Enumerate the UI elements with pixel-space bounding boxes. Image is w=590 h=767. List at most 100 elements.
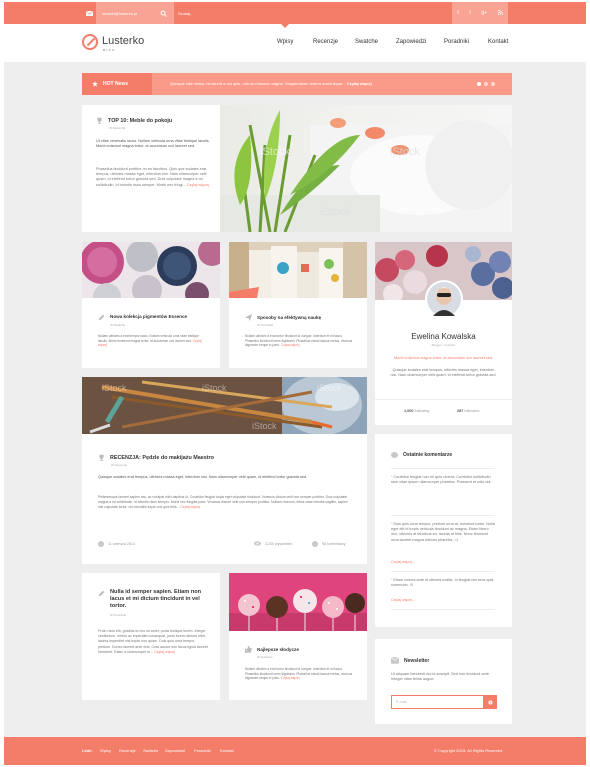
pencil-icon — [98, 590, 105, 597]
watermark-1: iStock — [260, 146, 290, 158]
watermark-2: iStock — [390, 146, 420, 158]
slider-dot-2[interactable] — [484, 82, 488, 86]
featured-post-card: TOP 10: Meble do pokoju W Recenzje Ut vi… — [82, 105, 512, 232]
featured-post-title[interactable]: TOP 10: Meble do pokoju — [108, 118, 172, 124]
tulips-illustration: iStock iStock iStock — [220, 110, 512, 232]
footer-link-wpisy[interactable]: Wpisy — [100, 748, 111, 753]
profile-following-count: 1,000 — [404, 409, 414, 413]
review-lead: Quisque sodales erat tempus, ultricies m… — [98, 475, 308, 479]
slider-dot-1[interactable] — [477, 82, 481, 86]
comment-more-link-3[interactable]: Czytaj więcej... — [391, 598, 415, 602]
arrow-icon — [488, 700, 492, 704]
search-input[interactable]: Szukaj... — [174, 2, 284, 24]
review-title[interactable]: RECENZJA: Pędzle do makijażu Maestro — [110, 455, 214, 461]
profile-role: Blogger, Youtuber — [431, 343, 456, 347]
logo-icon[interactable] — [82, 34, 98, 50]
profile-following[interactable]: 1,000 following — [404, 409, 429, 413]
study-category[interactable]: W Poradniki — [257, 323, 273, 327]
books-illustration — [229, 242, 367, 298]
nav-recenzje[interactable]: Recenzje — [313, 39, 338, 45]
nulla-post-card: Nulla id semper sapien. Etiam non lacus … — [82, 573, 220, 700]
review-excerpt: Pellentesque laoreet sapien nisi, ac vol… — [98, 495, 348, 509]
sweets-image[interactable] — [229, 573, 367, 631]
footer-link-kontakt[interactable]: Kontakt — [220, 748, 234, 753]
footer: Linki: Wpisy Recenzje Swatche Zapowiedzi… — [4, 737, 586, 765]
review-more-link[interactable]: Czytaj więcej — [180, 505, 200, 509]
logo-title[interactable]: Lusterko — [102, 35, 144, 47]
trophy-icon — [97, 117, 102, 124]
featured-post-image[interactable]: iStock iStock iStock — [220, 105, 512, 232]
comment-icon — [391, 452, 398, 458]
footer-copyright: © Copyright 2015. All Rights Reserved — [434, 748, 503, 753]
profile-followers[interactable]: 287 followers — [457, 409, 479, 413]
review-comments-text: 98 komentarzy — [322, 542, 346, 546]
sweets-category[interactable]: W Jedzenie — [257, 655, 273, 659]
pigments-image[interactable] — [82, 242, 220, 298]
comment-item-1: “ Curabitur feugiat non mi quis viverra.… — [391, 475, 495, 485]
search-icon[interactable] — [156, 2, 170, 24]
profile-divider — [375, 399, 512, 400]
google-plus-icon[interactable]: g+ — [481, 10, 487, 16]
comments-divider-1 — [391, 468, 495, 469]
study-image[interactable] — [229, 242, 367, 298]
trophy-icon — [99, 454, 104, 461]
profile-bio: Quisque sodales erat tempus, ultricies m… — [390, 368, 497, 378]
newsletter-widget: Newsletter Ut aliquam hendrerit dui id s… — [375, 639, 512, 724]
rss-icon[interactable] — [497, 9, 503, 17]
featured-post-category[interactable]: W Recenzje — [109, 126, 125, 130]
header-caret — [281, 24, 289, 28]
footer-link-poradniki[interactable]: Poradniki — [194, 748, 211, 753]
sweets-title[interactable]: Najlepsze słodycze — [257, 647, 299, 652]
footer-link-swatche[interactable]: Swatche — [143, 748, 158, 753]
thumbs-up-icon — [245, 646, 252, 653]
review-category[interactable]: W Recenzje — [111, 463, 127, 467]
nav-wpisy[interactable]: Wpisy — [277, 39, 293, 45]
newsletter-email-input[interactable]: E-mail... — [391, 695, 484, 709]
profile-followers-count: 287 — [457, 409, 464, 413]
nulla-title[interactable]: Nulla id semper sapien. Etiam non lacus … — [110, 589, 208, 610]
study-title[interactable]: Sposoby na efektywną naukę — [257, 315, 321, 320]
featured-post-more-link[interactable]: Czytaj więcej — [187, 183, 209, 187]
review-comments[interactable]: 98 komentarzy — [312, 541, 346, 547]
nulla-category[interactable]: W Poradniki — [110, 613, 126, 617]
sweets-more-link[interactable]: Czytaj więcej — [281, 676, 300, 680]
footer-link-zapowiedzi[interactable]: Zapowiedzi — [165, 748, 185, 753]
pigments-category[interactable]: W Swatche — [110, 323, 125, 327]
nav-swatche[interactable]: Swatche — [355, 39, 378, 45]
nav-kontakt[interactable]: Kontakt — [488, 39, 508, 45]
hot-news-label-text: HOT News — [103, 81, 129, 87]
comment-more-link-2[interactable]: Czytaj więcej... — [391, 560, 415, 564]
avatar[interactable] — [425, 280, 463, 318]
review-image[interactable]: iStock iStock iStock iStock — [82, 377, 367, 434]
slider-dot-3[interactable] — [491, 82, 495, 86]
eye-icon — [254, 541, 261, 546]
profile-card: Ewelina Kowalska Blogger, Youtuber Morbi… — [375, 242, 512, 425]
recent-comments-heading: Ostatnie komentarze — [391, 452, 452, 458]
facebook-icon[interactable]: f — [457, 10, 458, 16]
nav-zapowiedzi[interactable]: Zapowiedzi — [396, 39, 426, 45]
hot-news-label: HOT News — [82, 73, 152, 95]
newsletter-heading: Newsletter — [391, 657, 429, 664]
comments-divider-3 — [391, 571, 495, 572]
newsletter-submit-button[interactable] — [483, 695, 497, 709]
calendar-icon — [98, 541, 104, 547]
comments-divider-2 — [391, 515, 495, 516]
pigments-body: Nullam ultricies a erat tempor lacus. Nu… — [98, 334, 208, 348]
review-post-card: iStock iStock iStock iStock RECENZJA: Pę… — [82, 377, 367, 564]
nulla-more-link[interactable]: Czytaj więcej — [154, 650, 175, 654]
hot-news-more-link[interactable]: Czytaj więcej — [347, 81, 372, 86]
nav-poradniki[interactable]: Poradniki — [444, 39, 469, 45]
pigments-title[interactable]: Nowa kolekcja pigmentów Essence — [110, 314, 187, 319]
brushes-illustration: iStock iStock iStock iStock — [82, 377, 367, 434]
comment-item-3: “ Etiam viverra ante et ultrices mattis.… — [391, 578, 495, 588]
profile-followers-label: followers — [464, 409, 480, 413]
study-more-link[interactable]: Czytaj więcej — [281, 343, 300, 347]
review-watermark-1: iStock — [102, 383, 127, 393]
logo-subtitle: BLOG — [103, 48, 116, 52]
footer-link-recenzje[interactable]: Recenzje — [119, 748, 136, 753]
review-date: 11 czerwca 2014 — [98, 541, 135, 547]
review-heading: RECENZJA: Pędzle do makijażu Maestro — [98, 454, 214, 461]
twitter-icon[interactable]: t — [469, 10, 470, 16]
page-frame: kontakt@lusterko.pl Szukaj... f t g+ Lus… — [4, 2, 586, 765]
pigments-heading: Nowa kolekcja pigmentów Essence — [98, 314, 187, 321]
